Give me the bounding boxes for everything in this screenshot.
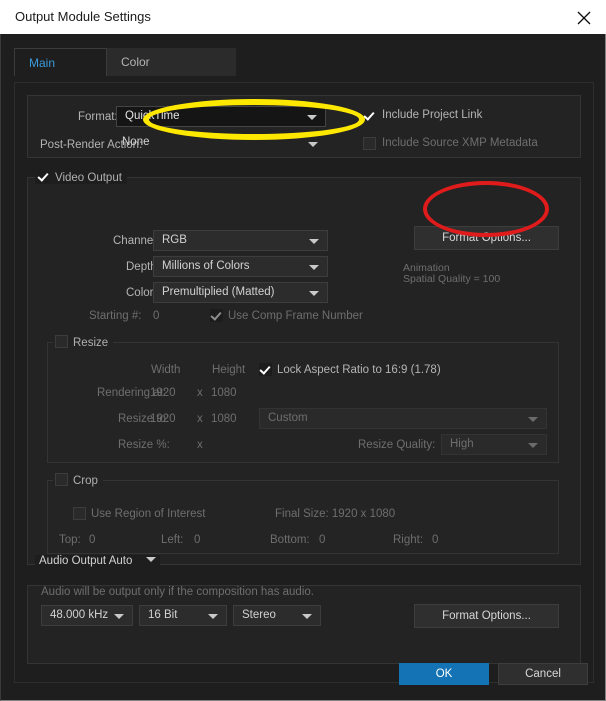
resize-to-width[interactable]: 1920 — [150, 413, 176, 425]
close-icon — [577, 11, 591, 25]
crop-legend: Crop — [53, 473, 103, 487]
window-titlebar: Output Module Settings — [0, 0, 606, 35]
resize-preset-value: Custom — [268, 412, 308, 424]
crop-top-label: Top: — [59, 534, 81, 546]
audio-bit-depth-dropdown[interactable]: 16 Bit — [139, 605, 227, 626]
color-value: Premultiplied (Matted) — [162, 286, 275, 298]
post-render-action-dropdown[interactable]: None — [116, 134, 326, 155]
format-dropdown-value: QuickTime — [125, 110, 180, 122]
audio-channels-value: Stereo — [242, 609, 276, 621]
final-size-label: Final Size: 1920 x 1080 — [275, 508, 396, 520]
video-output-legend: Video Output — [35, 170, 127, 184]
audio-format-options-label: Format Options... — [442, 610, 531, 622]
rendering-at-height: 1080 — [211, 387, 237, 399]
chevron-down-icon — [528, 443, 538, 448]
resize-preset-dropdown[interactable]: Custom — [259, 408, 547, 429]
ok-button-label: OK — [435, 668, 453, 680]
tab-color-management[interactable]: Color Management — [107, 48, 236, 97]
post-render-action-value: None — [122, 136, 150, 148]
cancel-button[interactable]: Cancel — [498, 663, 588, 685]
use-comp-frame-number-checkbox[interactable] — [210, 309, 223, 322]
include-xmp-metadata-checkbox[interactable] — [363, 137, 376, 150]
audio-bit-depth-value: 16 Bit — [148, 609, 178, 621]
audio-output-mode-value: Audio Output Auto — [39, 555, 133, 567]
spatial-quality: Spatial Quality = 100 — [403, 273, 501, 285]
include-xmp-metadata-label: Include Source XMP Metadata — [382, 137, 538, 149]
chevron-down-icon — [208, 614, 218, 619]
chevron-down-icon — [309, 265, 319, 270]
audio-output-mode[interactable]: Audio Output Auto — [35, 555, 160, 567]
include-project-link-label: Include Project Link — [382, 109, 483, 121]
video-output-checkbox[interactable] — [37, 170, 50, 183]
starting-number-value[interactable]: 0 — [153, 310, 159, 322]
audio-sample-rate-dropdown[interactable]: 48.000 kHz — [41, 605, 133, 626]
include-project-link-checkbox[interactable] — [363, 109, 376, 122]
audio-format-options-button[interactable]: Format Options... — [414, 604, 559, 628]
resize-quality-label: Resize Quality: — [358, 439, 436, 451]
chevron-down-icon — [528, 417, 538, 422]
resize-legend-label: Resize — [73, 337, 109, 349]
starting-number-label: Starting #: — [89, 310, 142, 322]
resize-height-header: Height — [212, 364, 246, 376]
crop-bottom-label: Bottom: — [270, 534, 310, 546]
audio-channels-dropdown[interactable]: Stereo — [233, 605, 321, 626]
crop-left-value: 0 — [194, 534, 201, 546]
resize-to-height[interactable]: 1080 — [211, 413, 237, 425]
channels-value: RGB — [162, 234, 187, 246]
ok-button[interactable]: OK — [399, 663, 489, 685]
format-label: Format: — [78, 111, 118, 123]
chevron-down-icon — [307, 115, 317, 120]
audio-output-mode-dropdown[interactable]: Audio Output Auto — [35, 555, 160, 567]
lock-aspect-ratio-label: Lock Aspect Ratio to 16:9 (1.78) — [277, 364, 441, 376]
tab-main-options[interactable]: Main Options — [14, 48, 107, 98]
cancel-button-label: Cancel — [525, 668, 561, 680]
chevron-down-icon — [309, 291, 319, 296]
crop-right-value: 0 — [432, 534, 439, 546]
depth-value: Millions of Colors — [162, 260, 250, 272]
chevron-down-icon — [302, 614, 312, 619]
crop-right-label: Right: — [393, 534, 424, 546]
crop-checkbox[interactable] — [55, 473, 68, 486]
use-region-of-interest-label: Use Region of Interest — [91, 508, 206, 520]
video-format-options-button[interactable]: Format Options... — [414, 226, 559, 250]
resize-width-header: Width — [151, 364, 181, 376]
close-button[interactable] — [562, 0, 606, 33]
depth-dropdown[interactable]: Millions of Colors — [153, 256, 328, 277]
video-format-options-label: Format Options... — [442, 232, 531, 244]
resize-checkbox[interactable] — [55, 335, 68, 348]
color-dropdown[interactable]: Premultiplied (Matted) — [153, 282, 328, 303]
dialog-body: Main Options Color Management Format: Qu… — [0, 34, 606, 701]
audio-note: Audio will be output only if the composi… — [41, 586, 314, 598]
audio-sample-rate-value: 48.000 kHz — [50, 609, 109, 621]
rendering-at-width: 1920 — [150, 387, 176, 399]
use-comp-frame-number-label: Use Comp Frame Number — [228, 310, 363, 322]
crop-left-label: Left: — [161, 534, 184, 546]
rendering-at-x: x — [197, 387, 203, 399]
lock-aspect-ratio-checkbox[interactable] — [259, 363, 272, 376]
chevron-down-icon — [309, 239, 319, 244]
resize-percent-x: x — [197, 439, 203, 451]
window-title: Output Module Settings — [15, 9, 151, 24]
resize-quality-value: High — [450, 438, 474, 450]
resize-percent-label: Resize %: — [118, 439, 170, 451]
format-dropdown[interactable]: QuickTime — [116, 106, 326, 127]
crop-legend-label: Crop — [73, 475, 98, 487]
crop-bottom-value: 0 — [319, 534, 326, 546]
video-output-legend-label: Video Output — [55, 172, 122, 184]
resize-quality-dropdown[interactable]: High — [441, 434, 547, 455]
chevron-down-icon — [114, 614, 124, 619]
chevron-down-icon — [308, 142, 318, 147]
channels-dropdown[interactable]: RGB — [153, 230, 328, 251]
chevron-down-icon — [145, 557, 156, 562]
use-region-of-interest-checkbox[interactable] — [73, 507, 86, 520]
resize-legend: Resize — [53, 335, 114, 349]
resize-to-x: x — [197, 413, 203, 425]
crop-top-value: 0 — [89, 534, 96, 546]
